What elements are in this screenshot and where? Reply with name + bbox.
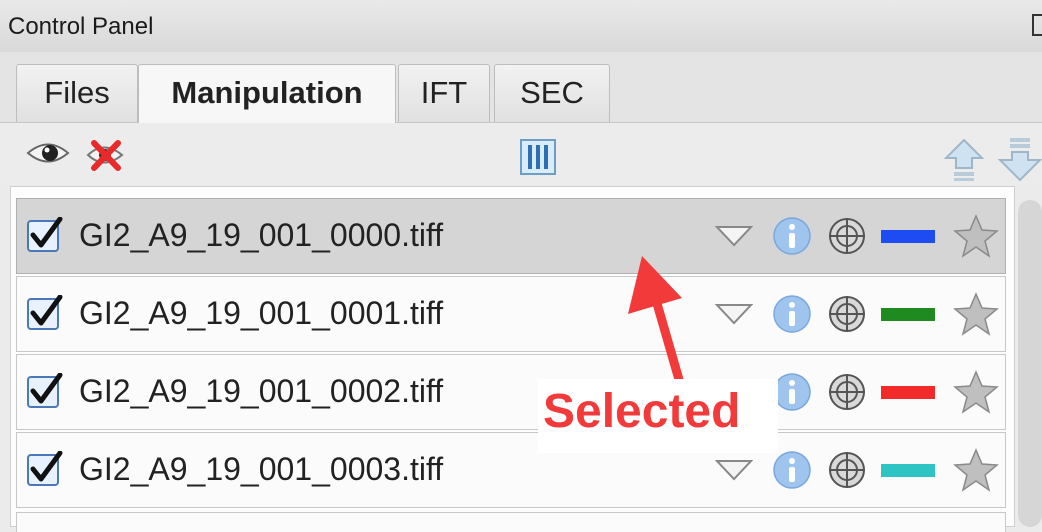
dropdown-triangle-icon[interactable] bbox=[715, 303, 753, 325]
color-swatch[interactable] bbox=[881, 230, 935, 243]
info-icon[interactable] bbox=[772, 216, 812, 256]
checkbox[interactable] bbox=[27, 451, 63, 487]
star-icon[interactable] bbox=[953, 369, 999, 415]
file-row[interactable]: GI2_A9_19_001_0001.tiff bbox=[16, 276, 1006, 352]
target-icon[interactable] bbox=[827, 216, 867, 256]
file-name: GI2_A9_19_001_0003.tiff bbox=[79, 451, 444, 487]
color-swatch[interactable] bbox=[881, 464, 935, 477]
file-name: GI2_A9_19_001_0001.tiff bbox=[79, 295, 444, 331]
target-icon[interactable] bbox=[827, 450, 867, 490]
move-up-icon[interactable] bbox=[944, 138, 984, 182]
file-row[interactable]: GI2_A9_19_001_0000.tiff bbox=[16, 198, 1006, 274]
annotation-label: Selected bbox=[543, 385, 741, 438]
star-icon[interactable] bbox=[953, 213, 999, 259]
checkbox[interactable] bbox=[27, 373, 63, 409]
info-icon[interactable] bbox=[772, 372, 812, 412]
eye-icon[interactable] bbox=[26, 140, 70, 166]
pin-icon[interactable] bbox=[1032, 14, 1042, 36]
checkbox[interactable] bbox=[27, 295, 63, 331]
panel-title: Control Panel bbox=[8, 13, 154, 40]
tab-files[interactable]: Files bbox=[16, 64, 138, 122]
dropdown-triangle-icon[interactable] bbox=[715, 225, 753, 247]
info-icon[interactable] bbox=[772, 294, 812, 334]
star-icon[interactable] bbox=[953, 291, 999, 337]
hide-all-icon[interactable] bbox=[86, 138, 126, 172]
tab-bar: Files Manipulation IFT SEC bbox=[0, 52, 1042, 124]
info-icon[interactable] bbox=[772, 450, 812, 490]
file-row[interactable]: GI2_A9_19_001_0002.tiff bbox=[16, 354, 1006, 430]
panel-title-bar: Control Panel bbox=[0, 0, 1042, 53]
file-name: GI2_A9_19_001_0000.tiff bbox=[79, 217, 444, 253]
target-icon[interactable] bbox=[827, 294, 867, 334]
color-swatch[interactable] bbox=[881, 308, 935, 321]
file-row[interactable]: GI2_A9_19_001_0003.tiff bbox=[16, 432, 1006, 508]
move-down-icon[interactable] bbox=[998, 136, 1042, 182]
dropdown-triangle-icon[interactable] bbox=[715, 459, 753, 481]
tab-sec[interactable]: SEC bbox=[494, 64, 610, 122]
annotation-arrow bbox=[628, 256, 687, 395]
checkbox[interactable] bbox=[27, 217, 63, 253]
file-row-partial[interactable] bbox=[16, 512, 1006, 532]
target-icon[interactable] bbox=[827, 372, 867, 412]
tab-ift[interactable]: IFT bbox=[398, 64, 490, 122]
tab-manipulation[interactable]: Manipulation bbox=[138, 64, 396, 124]
color-swatch[interactable] bbox=[881, 386, 935, 399]
scrollbar[interactable] bbox=[1018, 200, 1042, 527]
columns-icon[interactable] bbox=[520, 139, 556, 175]
file-name: GI2_A9_19_001_0002.tiff bbox=[79, 373, 444, 409]
star-icon[interactable] bbox=[953, 447, 999, 493]
